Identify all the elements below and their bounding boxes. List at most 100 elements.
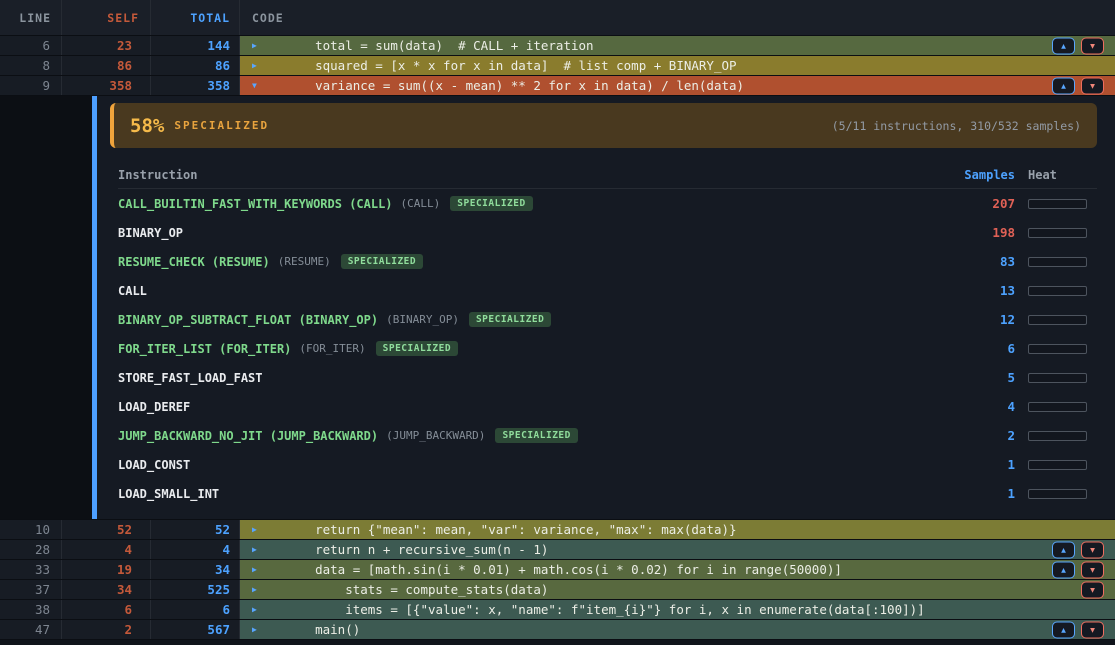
disclosure-collapsed-icon[interactable]: ▶ <box>252 565 285 574</box>
self-count: 4 <box>62 540 151 559</box>
disclosure-collapsed-icon[interactable]: ▶ <box>252 525 285 534</box>
specialized-badge: SPECIALIZED <box>450 196 532 211</box>
specialized-badge: SPECIALIZED <box>469 312 551 327</box>
move-down-button[interactable]: ▼ <box>1081 77 1104 94</box>
heat-bar <box>1028 344 1087 354</box>
move-down-button[interactable]: ▼ <box>1081 541 1104 558</box>
col-samples: Samples <box>955 168 1015 182</box>
instruction-row: BINARY_OP_SUBTRACT_FLOAT (BINARY_OP) (BI… <box>118 305 1097 334</box>
sample-count: 5 <box>955 370 1015 385</box>
move-up-button[interactable]: ▲ <box>1052 37 1075 54</box>
col-heat: Heat <box>1028 168 1087 182</box>
move-up-button[interactable]: ▲ <box>1052 561 1075 578</box>
disclosure-collapsed-icon[interactable]: ▶ <box>252 61 285 70</box>
specialized-badge: SPECIALIZED <box>376 341 458 356</box>
instruction-name: LOAD_SMALL_INT <box>118 487 219 501</box>
header-col-code: CODE <box>240 0 1115 35</box>
code-cell[interactable]: ▶ items = [{"value": x, "name": f"item_{… <box>240 600 1115 619</box>
total-count: 144 <box>151 36 240 55</box>
code-cell[interactable]: ▶ main() ▲ ▼ <box>240 620 1115 639</box>
code-row-line-28: 28 4 4 ▶ return n + recursive_sum(n - 1)… <box>0 540 1115 560</box>
header-col-line: LINE <box>0 0 62 35</box>
disclosure-collapsed-icon[interactable]: ▶ <box>252 585 285 594</box>
disclosure-collapsed-icon[interactable]: ▶ <box>252 545 285 554</box>
instruction-row: JUMP_BACKWARD_NO_JIT (JUMP_BACKWARD) (JU… <box>118 421 1097 450</box>
move-down-button[interactable]: ▼ <box>1081 581 1104 598</box>
move-down-button[interactable]: ▼ <box>1081 37 1104 54</box>
instruction-base: (JUMP_BACKWARD) <box>386 429 485 442</box>
heat-bar <box>1028 228 1087 238</box>
move-up-button[interactable]: ▲ <box>1052 77 1075 94</box>
instruction-name: JUMP_BACKWARD_NO_JIT (JUMP_BACKWARD) <box>118 429 378 443</box>
line-number: 9 <box>0 76 62 95</box>
total-count: 34 <box>151 560 240 579</box>
sample-count: 83 <box>955 254 1015 269</box>
code-text: stats = compute_stats(data) <box>285 582 548 597</box>
code-cell[interactable]: ▶ squared = [x * x for x in data] # list… <box>240 56 1115 75</box>
sample-count: 1 <box>955 457 1015 472</box>
instruction-base: (CALL) <box>401 197 441 210</box>
move-up-button[interactable]: ▲ <box>1052 621 1075 638</box>
move-down-button[interactable]: ▼ <box>1081 621 1104 638</box>
instruction-detail-panel: 58% SPECIALIZED (5/11 instructions, 310/… <box>0 96 1115 520</box>
instruction-row: LOAD_SMALL_INT 1 <box>118 479 1097 508</box>
instruction-name: LOAD_DEREF <box>118 400 190 414</box>
code-cell[interactable]: ▶ return {"mean": mean, "var": variance,… <box>240 520 1115 539</box>
instruction-table-header: Instruction Samples Heat <box>118 161 1097 189</box>
specialized-label: SPECIALIZED <box>174 119 269 132</box>
heat-bar <box>1028 460 1087 470</box>
code-cell[interactable]: ▼ variance = sum((x - mean) ** 2 for x i… <box>240 76 1115 95</box>
disclosure-expanded-icon[interactable]: ▼ <box>252 81 285 90</box>
move-up-button[interactable]: ▲ <box>1052 541 1075 558</box>
line-number: 38 <box>0 600 62 619</box>
disclosure-collapsed-icon[interactable]: ▶ <box>252 625 285 634</box>
code-text: variance = sum((x - mean) ** 2 for x in … <box>285 78 744 93</box>
code-row-line-8: 8 86 86 ▶ squared = [x * x for x in data… <box>0 56 1115 76</box>
disclosure-collapsed-icon[interactable]: ▶ <box>252 41 285 50</box>
total-count: 86 <box>151 56 240 75</box>
instruction-name: LOAD_CONST <box>118 458 190 472</box>
code-text: total = sum(data) # CALL + iteration <box>285 38 594 53</box>
code-row-line-33: 33 19 34 ▶ data = [math.sin(i * 0.01) + … <box>0 560 1115 580</box>
code-cell[interactable]: ▶ data = [math.sin(i * 0.01) + math.cos(… <box>240 560 1115 579</box>
sample-count: 1 <box>955 486 1015 501</box>
instruction-name: RESUME_CHECK (RESUME) <box>118 255 270 269</box>
total-count: 358 <box>151 76 240 95</box>
code-text: return n + recursive_sum(n - 1) <box>285 542 548 557</box>
self-count: 23 <box>62 36 151 55</box>
col-instruction: Instruction <box>118 168 955 182</box>
total-count: 52 <box>151 520 240 539</box>
self-count: 86 <box>62 56 151 75</box>
instruction-name: CALL <box>118 284 147 298</box>
disclosure-collapsed-icon[interactable]: ▶ <box>252 605 285 614</box>
line-number: 6 <box>0 36 62 55</box>
total-count: 4 <box>151 540 240 559</box>
header-col-self: SELF <box>62 0 151 35</box>
code-cell[interactable]: ▶ stats = compute_stats(data) ▼ <box>240 580 1115 599</box>
heat-bar <box>1028 257 1087 267</box>
instruction-base: (BINARY_OP) <box>386 313 459 326</box>
specialized-badge: SPECIALIZED <box>495 428 577 443</box>
total-count: 525 <box>151 580 240 599</box>
code-cell[interactable]: ▶ total = sum(data) # CALL + iteration ▲… <box>240 36 1115 55</box>
instruction-name: FOR_ITER_LIST (FOR_ITER) <box>118 342 291 356</box>
code-cell[interactable]: ▶ return n + recursive_sum(n - 1) ▲ ▼ <box>240 540 1115 559</box>
instruction-row: LOAD_DEREF 4 <box>118 392 1097 421</box>
move-down-button[interactable]: ▼ <box>1081 561 1104 578</box>
instruction-name: CALL_BUILTIN_FAST_WITH_KEYWORDS (CALL) <box>118 197 393 211</box>
sample-count: 12 <box>955 312 1015 327</box>
code-row-line-47: 47 2 567 ▶ main() ▲ ▼ <box>0 620 1115 640</box>
code-text: return {"mean": mean, "var": variance, "… <box>285 522 737 537</box>
panel-gutter <box>0 96 92 519</box>
code-text: squared = [x * x for x in data] # list c… <box>285 58 737 73</box>
instruction-row: FOR_ITER_LIST (FOR_ITER) (FOR_ITER) SPEC… <box>118 334 1097 363</box>
instruction-base: (RESUME) <box>278 255 331 268</box>
self-count: 34 <box>62 580 151 599</box>
instruction-row: STORE_FAST_LOAD_FAST 5 <box>118 363 1097 392</box>
line-number: 47 <box>0 620 62 639</box>
instruction-name: BINARY_OP_SUBTRACT_FLOAT (BINARY_OP) <box>118 313 378 327</box>
heat-bar <box>1028 315 1087 325</box>
heat-bar <box>1028 373 1087 383</box>
sample-count: 4 <box>955 399 1015 414</box>
specialized-percent: 58% <box>130 115 164 137</box>
